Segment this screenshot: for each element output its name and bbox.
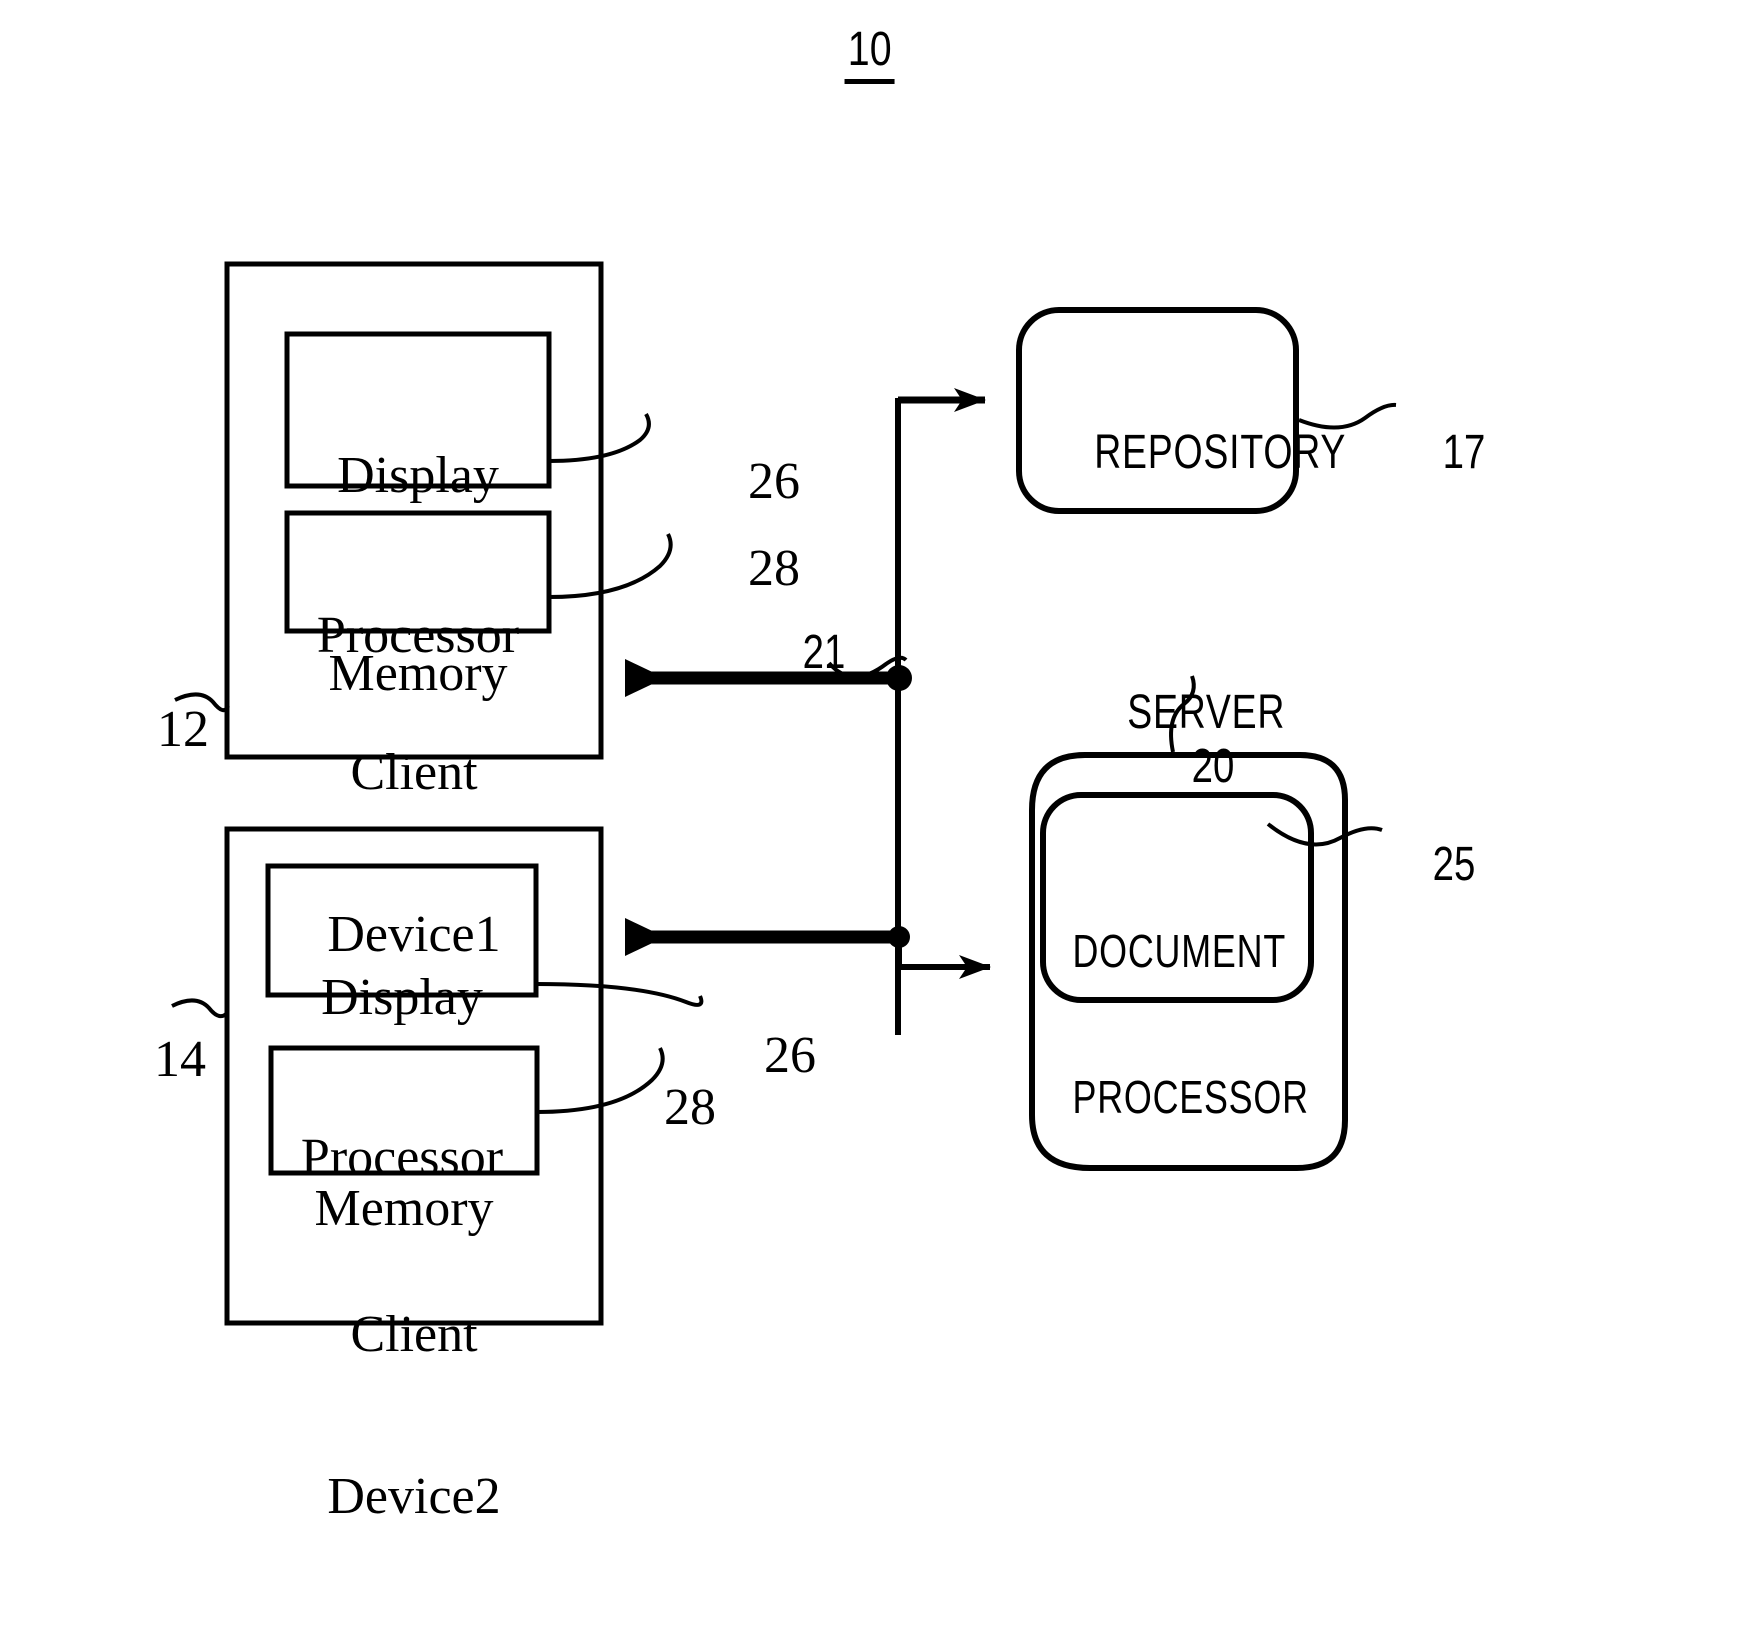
ref-25: 25 (1432, 838, 1476, 892)
document-processor-line1: DOCUMENT (1072, 924, 1287, 977)
client-device-2-title: Client Device2 (247, 1199, 581, 1634)
ref-26-client2: 26 (764, 1026, 816, 1084)
document-processor-line2: PROCESSOR (1072, 1071, 1309, 1124)
ref-21: 21 (802, 626, 846, 680)
figure-canvas: 10 Display Processor Memory Client Devic… (0, 0, 1739, 1529)
network-junction-upper (886, 665, 912, 691)
leader-client-device-2 (171, 998, 230, 1019)
figure-number-text: 10 (844, 22, 895, 84)
leader-document-processor (1266, 822, 1383, 847)
document-processor-label: DOCUMENT PROCESSOR (1072, 830, 1309, 1218)
leader-repository (1298, 402, 1397, 430)
ref-12: 12 (157, 700, 209, 758)
figure-number: 10 (0, 22, 1739, 84)
client1-display-processor-line1: Display (337, 447, 499, 505)
network-junction-lower (888, 926, 910, 948)
client2-display-processor-line1: Display (321, 969, 483, 1027)
repository-label: REPOSITORY (1094, 426, 1347, 480)
client-device-2-title-line2: Device2 (327, 1467, 501, 1525)
client-device-2-title-line1: Client (350, 1306, 478, 1364)
ref-20: 20 (1191, 740, 1235, 794)
leader-client1-display-processor (548, 413, 651, 463)
client-device-1-title-line1: Client (350, 744, 478, 802)
leader-client1-memory (548, 533, 673, 599)
network-to-server-line (896, 937, 991, 979)
ref-17: 17 (1442, 426, 1486, 480)
ref-14: 14 (154, 1030, 206, 1088)
ref-28-client2: 28 (664, 1078, 716, 1136)
